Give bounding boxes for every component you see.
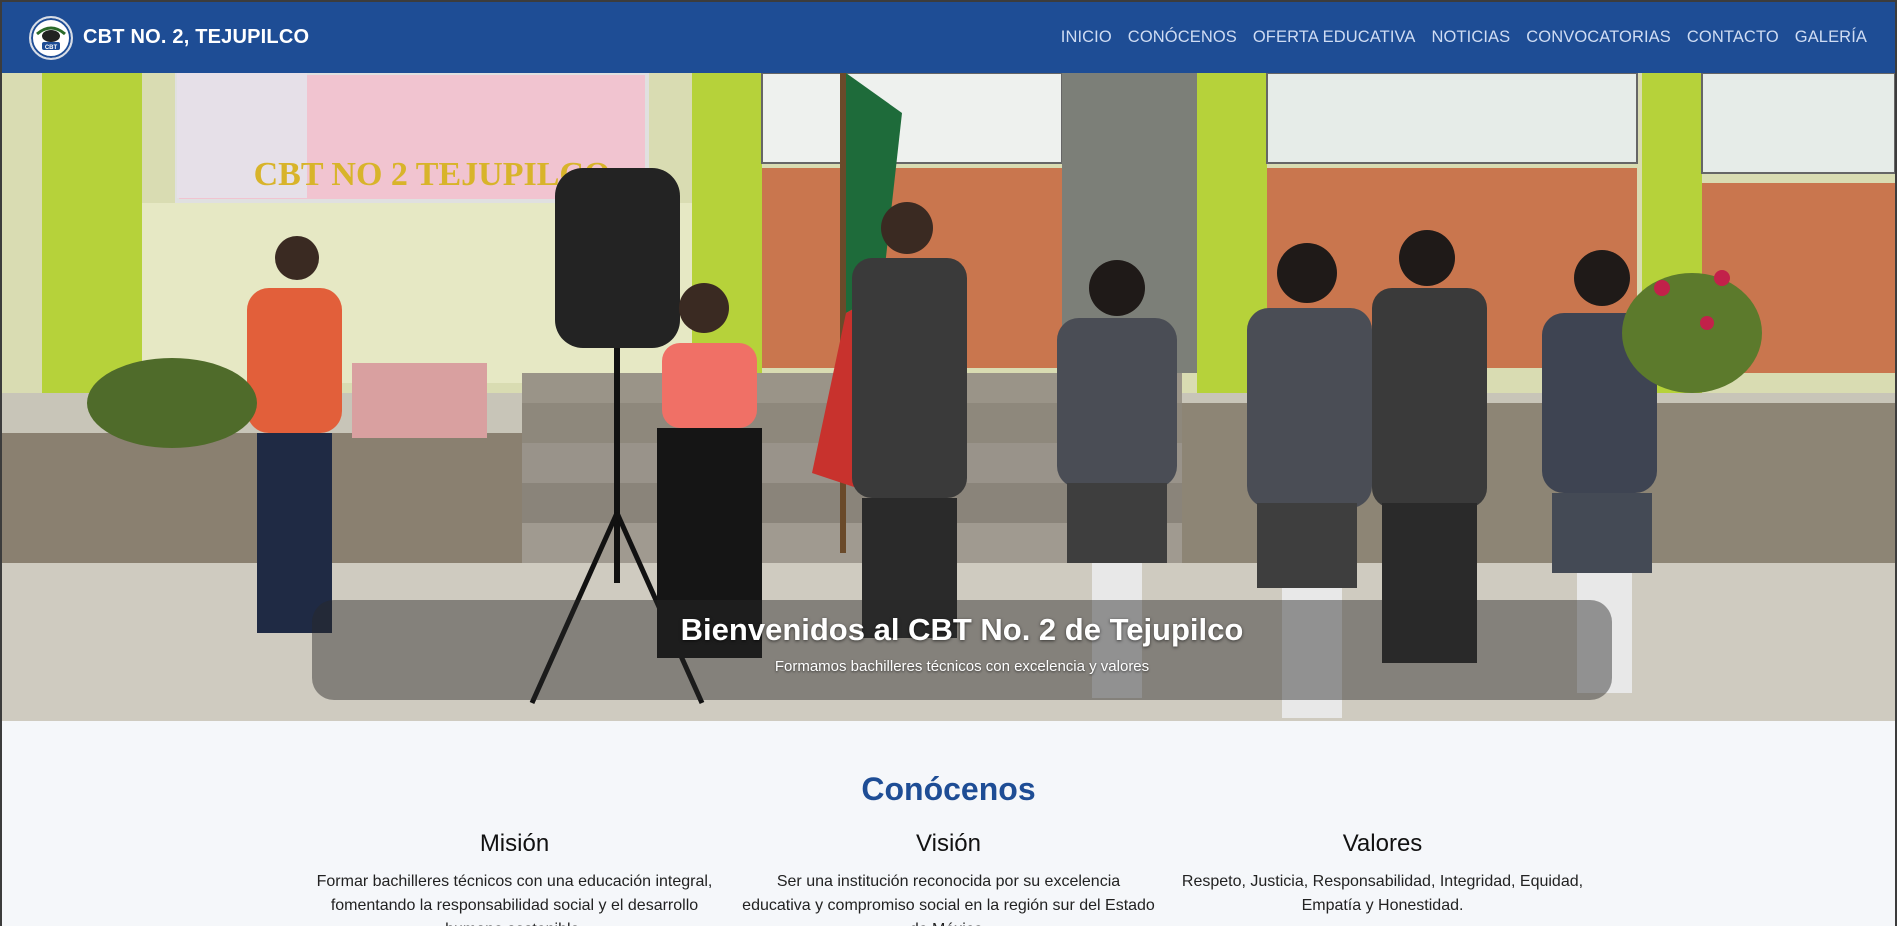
school-logo: CBT [29,15,73,60]
nav-inicio[interactable]: INICIO [1053,28,1120,47]
nav-contacto[interactable]: CONTACTO [1679,28,1787,47]
vision-title: Visión [916,830,981,857]
hero-title: Bienvenidos al CBT No. 2 de Tejupilco [680,612,1244,647]
logo-text: CBT [45,45,58,51]
valores-title: Valores [1342,830,1423,857]
page: CBT CBT NO. 2, TEJUPILCO INICIO CONÓCENO… [2,2,1895,926]
valores-text: Respeto, Justicia, Responsabilidad, Inte… [1181,873,1584,914]
brand-link[interactable]: CBT CBT NO. 2, TEJUPILCO [29,15,310,60]
mision-column: Misión Formar bachilleres técnicos con u… [308,830,722,926]
brand-name: CBT NO. 2, TEJUPILCO [83,26,310,48]
vision-column: Visión Ser una institución reconocida po… [742,830,1156,926]
nav-menu: INICIO CONÓCENOS OFERTA EDUCATIVA NOTICI… [1053,28,1875,47]
valores-column: Valores Respeto, Justicia, Responsabilid… [1176,830,1590,926]
hero-subtitle: Formamos bachilleres técnicos con excele… [774,658,1150,675]
vision-text: Ser una institución reconocida por su ex… [742,873,1155,926]
nav-galeria[interactable]: GALERÍA [1787,28,1875,47]
mision-title: Misión [479,830,550,857]
hero-caption: Bienvenidos al CBT No. 2 de Tejupilco Fo… [312,600,1612,700]
about-heading: Conócenos [861,771,1036,807]
top-navbar: CBT CBT NO. 2, TEJUPILCO INICIO CONÓCENO… [2,2,1895,73]
about-columns: Misión Formar bachilleres técnicos con u… [2,830,1895,926]
nav-noticias[interactable]: NOTICIAS [1424,28,1519,47]
nav-convocatorias[interactable]: CONVOCATORIAS [1518,28,1679,47]
about-section: Conócenos Misión Formar bachilleres técn… [2,721,1895,926]
hero-banner: CBT NO 2 TEJUPILCO Bienvenidos al CBT No… [2,73,1895,721]
nav-conocenos[interactable]: CONÓCENOS [1120,28,1245,47]
nav-oferta-educativa[interactable]: OFERTA EDUCATIVA [1245,28,1424,47]
mision-text: Formar bachilleres técnicos con una educ… [316,873,713,926]
